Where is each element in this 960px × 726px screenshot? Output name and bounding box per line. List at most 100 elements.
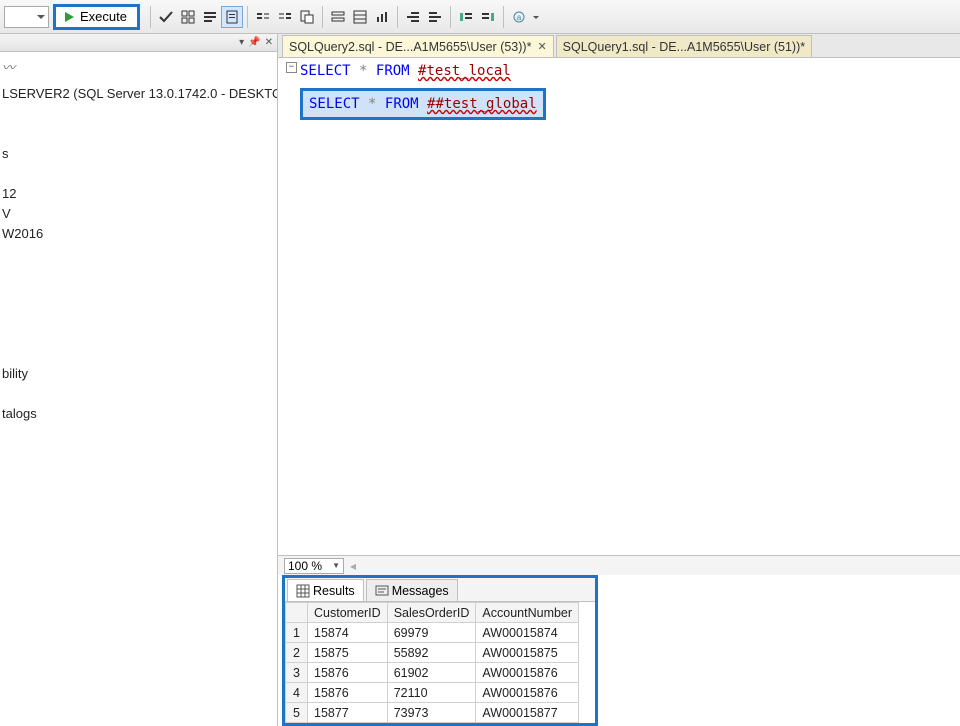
outdent-icon[interactable] [424, 6, 446, 28]
execute-label: Execute [80, 9, 127, 24]
results-overflow [598, 575, 960, 726]
toolbar: Execute a [0, 0, 960, 34]
row-number: 4 [286, 683, 308, 703]
document-tabs: SQLQuery2.sql - DE...A1M5655\User (53))*… [278, 34, 960, 58]
row-number: 2 [286, 643, 308, 663]
identifier: #test_local [418, 63, 511, 79]
zoom-bar: 100 %▼ ◂ [278, 555, 960, 575]
pin-icon[interactable]: 📌 [248, 37, 260, 48]
code-editor[interactable]: − SELECT * FROM #test_local SELECT * FRO… [278, 58, 960, 555]
server-node[interactable]: LSERVER2 (SQL Server 13.0.1742.0 - DESKT… [2, 84, 277, 104]
scroll-left-icon[interactable]: ◂ [350, 559, 356, 573]
keyword: FROM [376, 63, 410, 79]
grid-cell[interactable]: 73973 [387, 703, 476, 723]
grid-cell[interactable]: 72110 [387, 683, 476, 703]
object-explorer: ▾ 📌 ✕ 〰 LSERVER2 (SQL Server 13.0.1742.0… [0, 34, 278, 726]
tab-label: SQLQuery1.sql - DE...A1M5655\User (51))* [563, 40, 805, 54]
specify-values-icon[interactable]: a [508, 6, 530, 28]
row-number: 5 [286, 703, 308, 723]
grid-row[interactable]: 3 15876 61902 AW00015876 [286, 663, 579, 683]
keyword: SELECT [309, 96, 360, 112]
tab-sqlquery2[interactable]: SQLQuery2.sql - DE...A1M5655\User (53))*… [282, 35, 554, 57]
sidebar-item[interactable]: s [2, 144, 277, 164]
row-number: 3 [286, 663, 308, 683]
indent-icon[interactable] [402, 6, 424, 28]
sidebar-item[interactable]: talogs [2, 404, 277, 424]
sidebar-item[interactable]: W2016 [2, 224, 277, 244]
sidebar-item[interactable]: 12 [2, 184, 277, 204]
messages-tab-label: Messages [392, 584, 449, 598]
toolbar-separator [503, 6, 504, 28]
grid-row[interactable]: 1 15874 69979 AW00015874 [286, 623, 579, 643]
fold-toggle[interactable]: − [286, 62, 297, 73]
file-results-icon[interactable] [221, 6, 243, 28]
toolbar-dropdown[interactable] [4, 6, 49, 28]
plan-icon-2[interactable] [349, 6, 371, 28]
grid-cell[interactable]: 69979 [387, 623, 476, 643]
results-tab[interactable]: Results [287, 579, 364, 601]
zoom-value: 100 % [288, 559, 322, 573]
grid-cell[interactable]: 15877 [308, 703, 388, 723]
grid-row[interactable]: 4 15876 72110 AW00015876 [286, 683, 579, 703]
identifier: ##test_global [427, 96, 537, 112]
toolbar-separator [247, 6, 248, 28]
column-header[interactable]: SalesOrderID [387, 603, 476, 623]
svg-text:a: a [517, 13, 522, 22]
grid-icon [296, 584, 310, 598]
results-tab-label: Results [313, 584, 355, 598]
toolbar-separator [397, 6, 398, 28]
results-grid[interactable]: CustomerID SalesOrderID AccountNumber 1 … [285, 602, 595, 723]
grid-cell[interactable]: 61902 [387, 663, 476, 683]
plan-icon-1[interactable] [327, 6, 349, 28]
panel-header: ▾ 📌 ✕ [0, 34, 277, 52]
code-line: SELECT * FROM #test_local [300, 62, 960, 80]
grid-cell[interactable]: AW00015876 [476, 663, 579, 683]
grid-cell[interactable]: 15874 [308, 623, 388, 643]
uncomment-icon[interactable] [274, 6, 296, 28]
comment-icon[interactable] [252, 6, 274, 28]
operator: * [368, 96, 376, 112]
keyword: FROM [385, 96, 419, 112]
tab-label: SQLQuery2.sql - DE...A1M5655\User (53))* [289, 40, 531, 54]
sidebar-item[interactable]: bility [2, 364, 277, 384]
bookmark-icon-2[interactable] [477, 6, 499, 28]
grid-cell[interactable]: 15876 [308, 663, 388, 683]
results-panel: Results Messages CustomerID SalesOrderID… [282, 575, 598, 726]
operator: * [359, 63, 367, 79]
text-results-icon[interactable] [199, 6, 221, 28]
play-icon [62, 10, 76, 24]
row-header-blank [286, 603, 308, 623]
results-tabs: Results Messages [285, 578, 595, 602]
grid-cell[interactable]: 15875 [308, 643, 388, 663]
grid-header-row: CustomerID SalesOrderID AccountNumber [286, 603, 579, 623]
check-icon[interactable] [155, 6, 177, 28]
close-icon[interactable]: ✕ [537, 40, 546, 53]
include-icon[interactable] [296, 6, 318, 28]
sidebar-graph: 〰 [2, 58, 277, 78]
bookmark-icon-1[interactable] [455, 6, 477, 28]
row-number: 1 [286, 623, 308, 643]
column-header[interactable]: CustomerID [308, 603, 388, 623]
zoom-dropdown[interactable]: 100 %▼ [284, 558, 344, 574]
editor-area: SQLQuery2.sql - DE...A1M5655\User (53))*… [278, 34, 960, 726]
column-header[interactable]: AccountNumber [476, 603, 579, 623]
grid-cell[interactable]: 55892 [387, 643, 476, 663]
grid-cell[interactable]: AW00015876 [476, 683, 579, 703]
selected-code-line: SELECT * FROM ##test_global [300, 88, 546, 120]
grid-cell[interactable]: AW00015877 [476, 703, 579, 723]
grid-row[interactable]: 2 15875 55892 AW00015875 [286, 643, 579, 663]
grid-cell[interactable]: 15876 [308, 683, 388, 703]
tab-sqlquery1[interactable]: SQLQuery1.sql - DE...A1M5655\User (51))* [556, 35, 812, 57]
grid-icon-1[interactable] [177, 6, 199, 28]
grid-row[interactable]: 5 15877 73973 AW00015877 [286, 703, 579, 723]
grid-cell[interactable]: AW00015875 [476, 643, 579, 663]
grid-cell[interactable]: AW00015874 [476, 623, 579, 643]
messages-tab[interactable]: Messages [366, 579, 458, 601]
close-icon[interactable]: ✕ [265, 37, 273, 48]
stats-icon[interactable] [371, 6, 393, 28]
toolbar-separator [150, 6, 151, 28]
dropdown-icon[interactable]: ▾ [239, 37, 244, 48]
toolbar-overflow[interactable] [530, 6, 540, 28]
sidebar-item[interactable]: V [2, 204, 277, 224]
execute-button[interactable]: Execute [53, 4, 140, 30]
